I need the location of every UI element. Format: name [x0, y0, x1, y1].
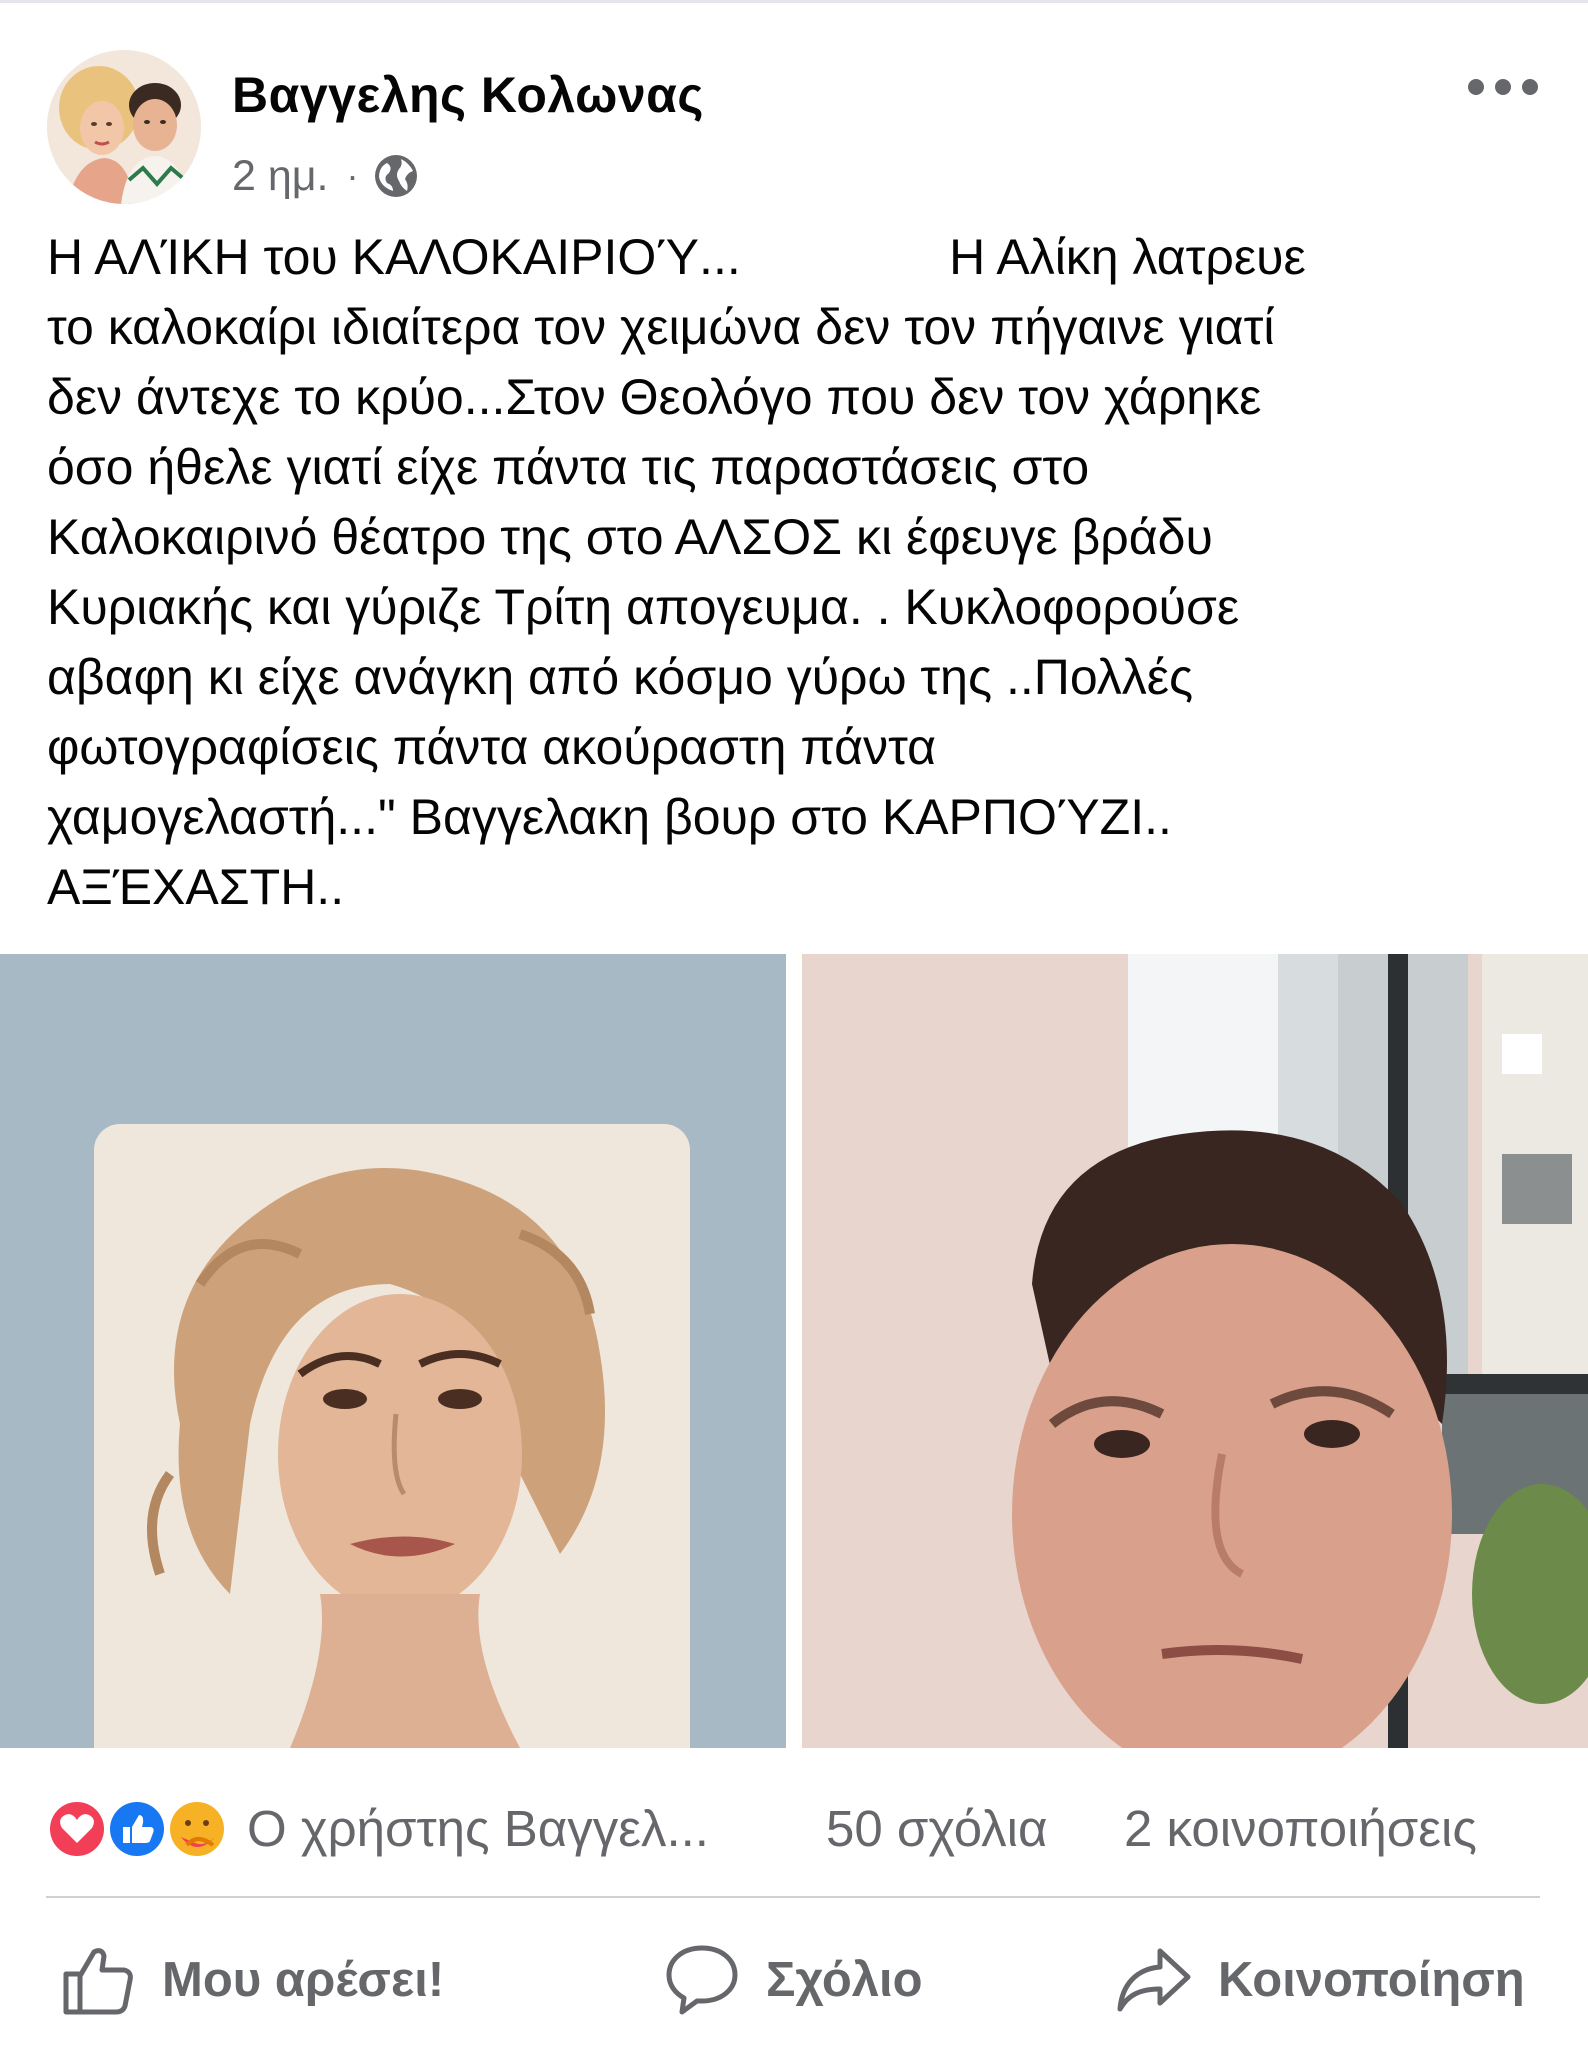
share-button[interactable]: Κοινοποίηση — [1116, 1935, 1525, 2025]
thumbs-up-icon — [63, 1948, 133, 2015]
vintage-portrait-photo[interactable] — [0, 954, 786, 1748]
post-text-line: το καλοκαίρι ιδιαίτερα τον χειμώνα δεν τ… — [47, 299, 1275, 355]
globe-icon[interactable] — [373, 153, 419, 199]
post-text-line: Η ΑΛΊΚΗ του ΚΑΛΟΚΑΙΡΙΟΎ... Η Αλίκη λατρε… — [47, 229, 1306, 285]
author-avatar[interactable] — [47, 50, 201, 204]
top-border — [0, 0, 1588, 3]
post-text-line: αβαφη κι είχε ανάγκη από κόσμο γύρω της … — [47, 649, 1194, 705]
comment-label: Σχόλιο — [766, 1953, 923, 2007]
post-text-line: όσο ήθελε γιατί είχε πάντα τις παραστάσε… — [47, 439, 1090, 495]
shares-count[interactable]: 2 κοινοποιήσεις — [1124, 1794, 1477, 1864]
meta-separator: · — [346, 155, 359, 196]
share-label: Κοινοποίηση — [1218, 1953, 1525, 2007]
post-text-line: φωτογραφίσεις πάντα ακούραστη πάντα — [47, 719, 937, 775]
comments-count[interactable]: 50 σχόλια — [826, 1794, 1047, 1864]
post-text-line: Κυριακής και γύριζε Τρίτη απογευμα. . Κυ… — [47, 579, 1240, 635]
post-text-line: Καλοκαιρινό θέατρο της στο ΑΛΣΟΣ κι έφευ… — [47, 509, 1213, 565]
like-label: Μου αρέσει! — [162, 1953, 445, 2007]
comment-icon — [666, 1945, 738, 2015]
post-text: Η ΑΛΊΚΗ του ΚΑΛΟΚΑΙΡΙΟΎ... Η Αλίκη λατρε… — [47, 222, 1557, 922]
post-text-line: δεν άντεχε το κρύο...Στον Θεολόγο που δε… — [47, 369, 1262, 425]
post-time[interactable]: 2 ημ. — [232, 152, 329, 201]
like-button[interactable]: Μου αρέσει! — [62, 1935, 444, 2025]
author-name[interactable]: Βαγγελης Κολωνας — [232, 66, 704, 124]
post-text-line: ΑΞΈΧΑΣΤΗ.. — [47, 859, 345, 915]
post-text-line: χαμογελαστή..." Βαγγελακη βουρ στο ΚΑΡΠΟ… — [47, 789, 1172, 845]
reaction-summary[interactable]: Ο χρήστης Βαγγελ... — [247, 1794, 787, 1864]
more-options-icon[interactable] — [1468, 64, 1538, 110]
post-meta: 2 ημ. · — [232, 148, 419, 204]
share-icon — [1117, 1948, 1191, 2012]
divider — [46, 1896, 1540, 1898]
selfie-photo[interactable] — [802, 954, 1588, 1748]
reaction-icons[interactable] — [45, 1797, 233, 1861]
comment-button[interactable]: Σχόλιο — [664, 1935, 923, 2025]
